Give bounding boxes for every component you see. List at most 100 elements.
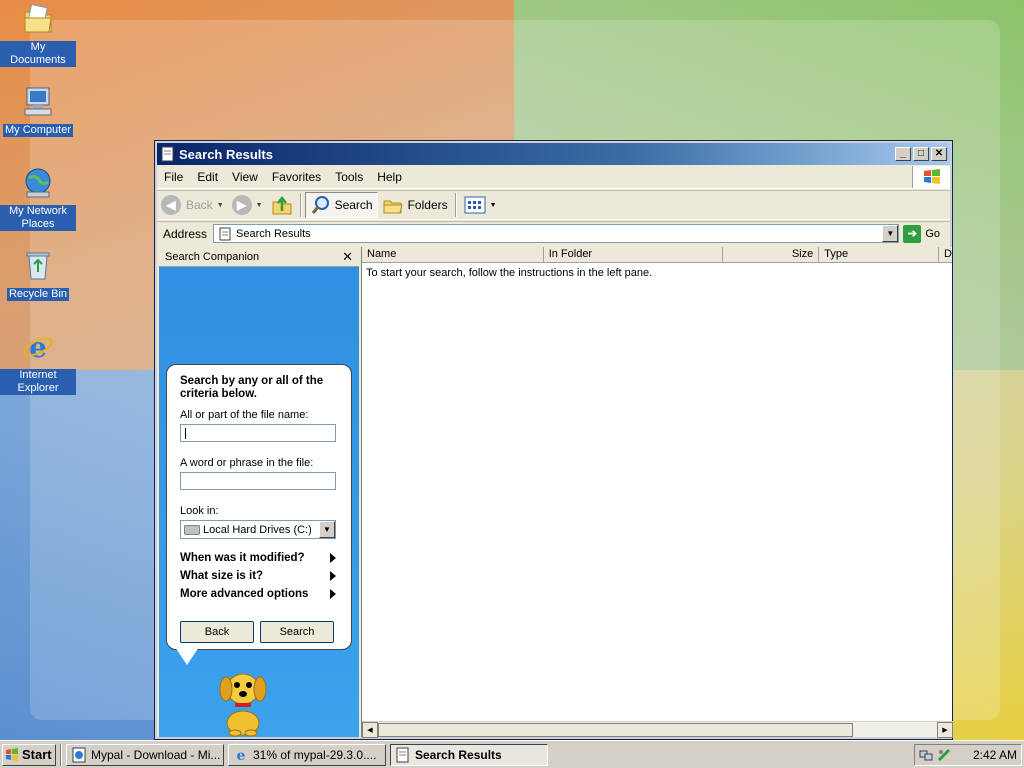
expander-advanced[interactable]: More advanced options	[180, 585, 338, 603]
close-pane-button[interactable]: ✕	[342, 249, 353, 265]
search-companion-header: Search Companion ✕	[159, 247, 359, 267]
document-search-icon	[161, 146, 174, 162]
phrase-input[interactable]	[180, 472, 336, 490]
back-arrow-icon: ◀	[161, 195, 181, 215]
folder-up-icon	[272, 195, 292, 215]
chevron-left-icon: ◀	[367, 725, 373, 734]
search-submit-button[interactable]: Search	[260, 621, 334, 643]
expander-size[interactable]: What size is it?	[180, 567, 338, 585]
menu-help[interactable]: Help	[370, 170, 409, 184]
chevron-down-icon: ▼	[216, 201, 224, 209]
document-search-icon	[396, 747, 409, 762]
look-in-label: Look in:	[180, 505, 219, 517]
back-pane-button[interactable]: Back	[180, 621, 254, 643]
text-caret	[185, 428, 186, 439]
search-criteria-balloon: Search by any or all of the criteria bel…	[166, 364, 352, 650]
horizontal-scrollbar[interactable]: ◀ ▶	[362, 721, 953, 738]
folders-button[interactable]: Folders	[378, 192, 452, 218]
clock[interactable]: 2:42 AM	[973, 748, 1017, 762]
search-companion-pane: Search Companion ✕ Search by any or all …	[159, 247, 359, 737]
chevron-right-icon	[330, 553, 336, 563]
column-type[interactable]: Type	[819, 247, 940, 262]
start-button[interactable]: Start	[2, 743, 56, 766]
desktop-icon-recycle-bin[interactable]: Recycle Bin	[0, 248, 76, 301]
folders-label: Folders	[407, 198, 448, 212]
scroll-track[interactable]	[378, 722, 937, 738]
expander-label: What size is it?	[180, 570, 264, 582]
minimize-button[interactable]: _	[895, 147, 911, 161]
scroll-thumb[interactable]	[378, 722, 853, 737]
safely-remove-hardware-icon[interactable]	[937, 748, 951, 762]
look-in-dropdown-button[interactable]: ▼	[319, 521, 335, 538]
standard-toolbar: ◀ Back ▼ ▶ ▼ Search Folders ▼	[157, 190, 950, 220]
desktop-icon-label: Recycle Bin	[6, 288, 70, 301]
task-search-results[interactable]: Search Results	[390, 743, 548, 766]
chevron-right-icon	[330, 571, 336, 581]
column-name[interactable]: Name	[362, 247, 544, 262]
desktop-icon-my-network-places[interactable]: My Network Places	[0, 166, 76, 231]
results-empty-message: To start your search, follow the instruc…	[366, 267, 653, 279]
desktop-icon-my-computer[interactable]: My Computer	[0, 84, 76, 137]
address-dropdown-button[interactable]: ▼	[882, 225, 899, 242]
column-size[interactable]: Size	[723, 247, 820, 262]
back-button[interactable]: ◀ Back ▼	[157, 192, 228, 218]
menu-bar: File Edit View Favorites Tools Help	[157, 165, 950, 189]
desktop-icon-my-documents[interactable]: My Documents	[0, 2, 76, 67]
hard-drive-icon	[184, 524, 200, 535]
search-button[interactable]: Search	[304, 192, 378, 218]
column-in-folder[interactable]: In Folder	[544, 247, 724, 262]
svg-text:e: e	[29, 331, 47, 364]
address-value: Search Results	[236, 227, 311, 240]
internet-explorer-icon: e	[237, 748, 246, 763]
search-label: Search	[334, 198, 373, 212]
address-input[interactable]: Search Results ▼	[213, 224, 900, 243]
forward-button[interactable]: ▶ ▼	[228, 192, 267, 218]
expander-modified[interactable]: When was it modified?	[180, 549, 338, 567]
views-grid-icon	[464, 196, 486, 214]
close-icon: ✕	[934, 148, 944, 159]
task-mypal-download[interactable]: Mypal - Download - Mi...	[66, 743, 224, 766]
system-tray: 2:42 AM	[914, 743, 1022, 766]
windows-flag-icon	[6, 747, 18, 761]
up-folder-button[interactable]	[267, 192, 297, 218]
menu-file[interactable]: File	[157, 170, 190, 184]
taskbar-divider	[60, 743, 62, 766]
scroll-right-button[interactable]: ▶	[937, 721, 953, 738]
menu-edit[interactable]: Edit	[190, 170, 225, 184]
search-dog-icon[interactable]	[211, 665, 275, 737]
results-column-header: Name In Folder Size Type D	[362, 247, 952, 263]
file-name-input[interactable]	[180, 424, 336, 442]
task-label: Mypal - Download - Mi...	[91, 747, 221, 762]
go-arrow-icon: ➔	[903, 224, 922, 243]
menu-favorites[interactable]: Favorites	[265, 170, 328, 184]
menu-view[interactable]: View	[225, 170, 265, 184]
address-label: Address	[163, 226, 208, 241]
maximize-button[interactable]: □	[913, 147, 929, 161]
results-pane: Name In Folder Size Type D To start your…	[361, 247, 953, 738]
close-button[interactable]: ✕	[931, 147, 947, 161]
windows-flag-icon	[923, 168, 940, 184]
title-bar[interactable]: Search Results _ □ ✕	[157, 143, 950, 165]
views-button[interactable]: ▼	[460, 192, 501, 218]
chevron-down-icon: ▼	[323, 525, 331, 534]
address-bar: Address Search Results ▼ ➔ Go	[157, 221, 950, 245]
task-label: 31% of mypal-29.3.0....	[253, 747, 377, 762]
search-icon	[311, 196, 329, 214]
start-label: Start	[22, 747, 52, 762]
column-date[interactable]: D	[939, 247, 952, 262]
task-download-progress[interactable]: e 31% of mypal-29.3.0....	[228, 743, 386, 766]
task-label: Search Results	[415, 747, 502, 762]
search-results-window[interactable]: Search Results _ □ ✕ File Edit View Favo…	[154, 140, 953, 740]
toolbar-separator	[454, 193, 457, 217]
menu-tools[interactable]: Tools	[328, 170, 370, 184]
search-criteria-heading: Search by any or all of the criteria bel…	[180, 375, 324, 400]
chevron-down-icon: ▼	[489, 201, 497, 209]
window-title: Search Results	[179, 146, 273, 162]
desktop-icon-internet-explorer[interactable]: e Internet Explorer	[0, 330, 76, 395]
scroll-left-button[interactable]: ◀	[362, 721, 378, 738]
back-label: Back	[186, 198, 213, 212]
go-button[interactable]: ➔ Go	[903, 224, 940, 243]
look-in-select[interactable]: Local Hard Drives (C:) ▼	[180, 520, 336, 539]
network-connection-icon[interactable]	[919, 748, 933, 762]
folders-icon	[383, 200, 403, 214]
